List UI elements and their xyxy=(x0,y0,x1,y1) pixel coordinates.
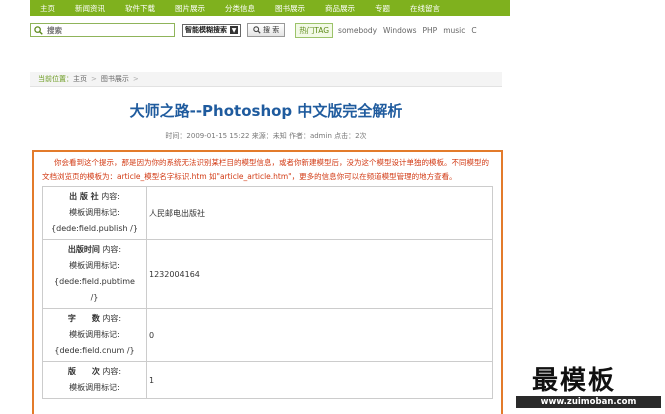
table-row: 字 数 内容: 模板调用标记: {dede:field.cnum /} 0 xyxy=(42,308,493,362)
nav-item-classifieds[interactable]: 分类信息 xyxy=(215,3,265,14)
field-tag-label: 模板调用标记: xyxy=(69,330,120,339)
table-row: 出版时间 内容: 模板调用标记: {dede:field.pubtime /} … xyxy=(42,239,493,309)
field-tag-label: 模板调用标记: xyxy=(69,261,120,270)
field-label-cell: 字 数 内容: 模板调用标记: {dede:field.cnum /} xyxy=(42,308,147,362)
search-mode-select[interactable]: 智能模糊搜索 ▼ xyxy=(182,23,241,37)
field-content-label: 内容: xyxy=(102,314,122,323)
field-table: 出 版 社 内容: 模板调用标记: {dede:field.publish /}… xyxy=(42,186,493,399)
breadcrumb-label: 当前位置： xyxy=(38,75,73,83)
nav-item-guestbook[interactable]: 在线留言 xyxy=(400,3,450,14)
search-button[interactable]: 搜 索 xyxy=(247,23,286,37)
hot-tags: 热门TAG somebody Windows PHP music C xyxy=(295,22,482,38)
search-mode-value: 智能模糊搜索 xyxy=(185,26,227,34)
nav-item-news[interactable]: 新闻资讯 xyxy=(65,3,115,14)
field-name: 字 数 xyxy=(67,314,100,323)
nav-item-home[interactable]: 主页 xyxy=(30,3,65,14)
table-row: 版 次 内容: 模板调用标记: 1 xyxy=(42,361,493,399)
tag-link[interactable]: PHP xyxy=(423,26,438,35)
nav-item-images[interactable]: 图片展示 xyxy=(165,3,215,14)
field-name: 出 版 社 xyxy=(69,192,99,201)
field-tag-label: 模板调用标记: xyxy=(69,383,120,392)
table-row: 出 版 社 内容: 模板调用标记: {dede:field.publish /}… xyxy=(42,186,493,240)
watermark-logo-text: 最模板 xyxy=(532,366,617,396)
search-input[interactable] xyxy=(47,25,174,35)
field-tag-end: /} xyxy=(90,293,99,302)
field-name: 版 次 xyxy=(67,367,100,376)
page-title: 大师之路--Photoshop 中文版完全解析 xyxy=(129,102,403,120)
chevron-down-icon: ▼ xyxy=(230,26,238,34)
nav-item-products[interactable]: 商品展示 xyxy=(315,3,365,14)
tag-link[interactable]: somebody xyxy=(338,26,377,35)
field-value: 1 xyxy=(146,361,493,399)
search-bar: 智能模糊搜索 ▼ 搜 索 热门TAG somebody Windows PHP … xyxy=(30,20,665,40)
breadcrumb-separator: > xyxy=(91,75,97,83)
breadcrumb-item-home[interactable]: 主页 xyxy=(73,74,87,84)
field-value: 1232004164 xyxy=(146,239,493,309)
search-button-label: 搜 索 xyxy=(263,26,280,34)
breadcrumb-item-books[interactable]: 图书展示 xyxy=(101,74,129,84)
search-icon xyxy=(34,26,43,35)
hot-tags-label: 热门TAG xyxy=(295,22,334,38)
field-value: 0 xyxy=(146,308,493,362)
field-label-cell: 出 版 社 内容: 模板调用标记: {dede:field.publish /} xyxy=(42,186,147,240)
field-value: 人民邮电出版社 xyxy=(146,186,493,240)
tag-link[interactable]: C xyxy=(471,26,476,35)
field-tag-label: 模板调用标记: xyxy=(69,208,120,217)
field-label-cell: 版 次 内容: 模板调用标记: xyxy=(42,361,147,399)
field-label-cell: 出版时间 内容: 模板调用标记: {dede:field.pubtime /} xyxy=(42,239,147,309)
template-notice: 你会看到这个提示，那是因为你的系统无法识别某栏目的模型信息，或者你新建模型后，没… xyxy=(42,158,489,181)
article-meta: 时间：2009-01-15 15:22 来源：未知 作者：admin 点击：2次 xyxy=(165,132,367,140)
field-tag: {dede:field.cnum /} xyxy=(54,346,135,355)
field-name: 出版时间 xyxy=(67,245,100,254)
watermark: 最模板 www.zuimoban.com xyxy=(510,355,665,414)
article-content: 你会看到这个提示，那是因为你的系统无法识别某栏目的模型信息，或者你新建模型后，没… xyxy=(32,150,503,414)
field-tag: {dede:field.publish /} xyxy=(51,224,138,233)
search-button-icon xyxy=(253,26,261,34)
breadcrumb-separator: > xyxy=(132,75,139,83)
search-box xyxy=(30,23,175,37)
watermark-url: www.zuimoban.com xyxy=(516,396,661,408)
nav-item-topics[interactable]: 专题 xyxy=(365,3,400,14)
top-nav: 主页 新闻资讯 软件下载 图片展示 分类信息 图书展示 商品展示 专题 在线留言 xyxy=(30,0,510,16)
breadcrumb: 当前位置： 主页 > 图书展示 > xyxy=(30,72,502,87)
field-content-label: 内容: xyxy=(102,367,122,376)
nav-item-books[interactable]: 图书展示 xyxy=(265,3,315,14)
tag-link[interactable]: Windows xyxy=(383,26,416,35)
field-content-label: 内容: xyxy=(101,192,120,201)
field-content-label: 内容: xyxy=(102,245,122,254)
field-tag: {dede:field.pubtime xyxy=(54,277,135,286)
nav-item-software[interactable]: 软件下载 xyxy=(115,3,165,14)
tag-link[interactable]: music xyxy=(443,26,465,35)
